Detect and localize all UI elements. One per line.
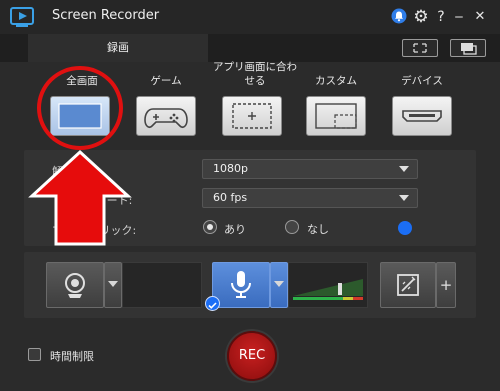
annotation-arrow-icon	[28, 149, 132, 246]
